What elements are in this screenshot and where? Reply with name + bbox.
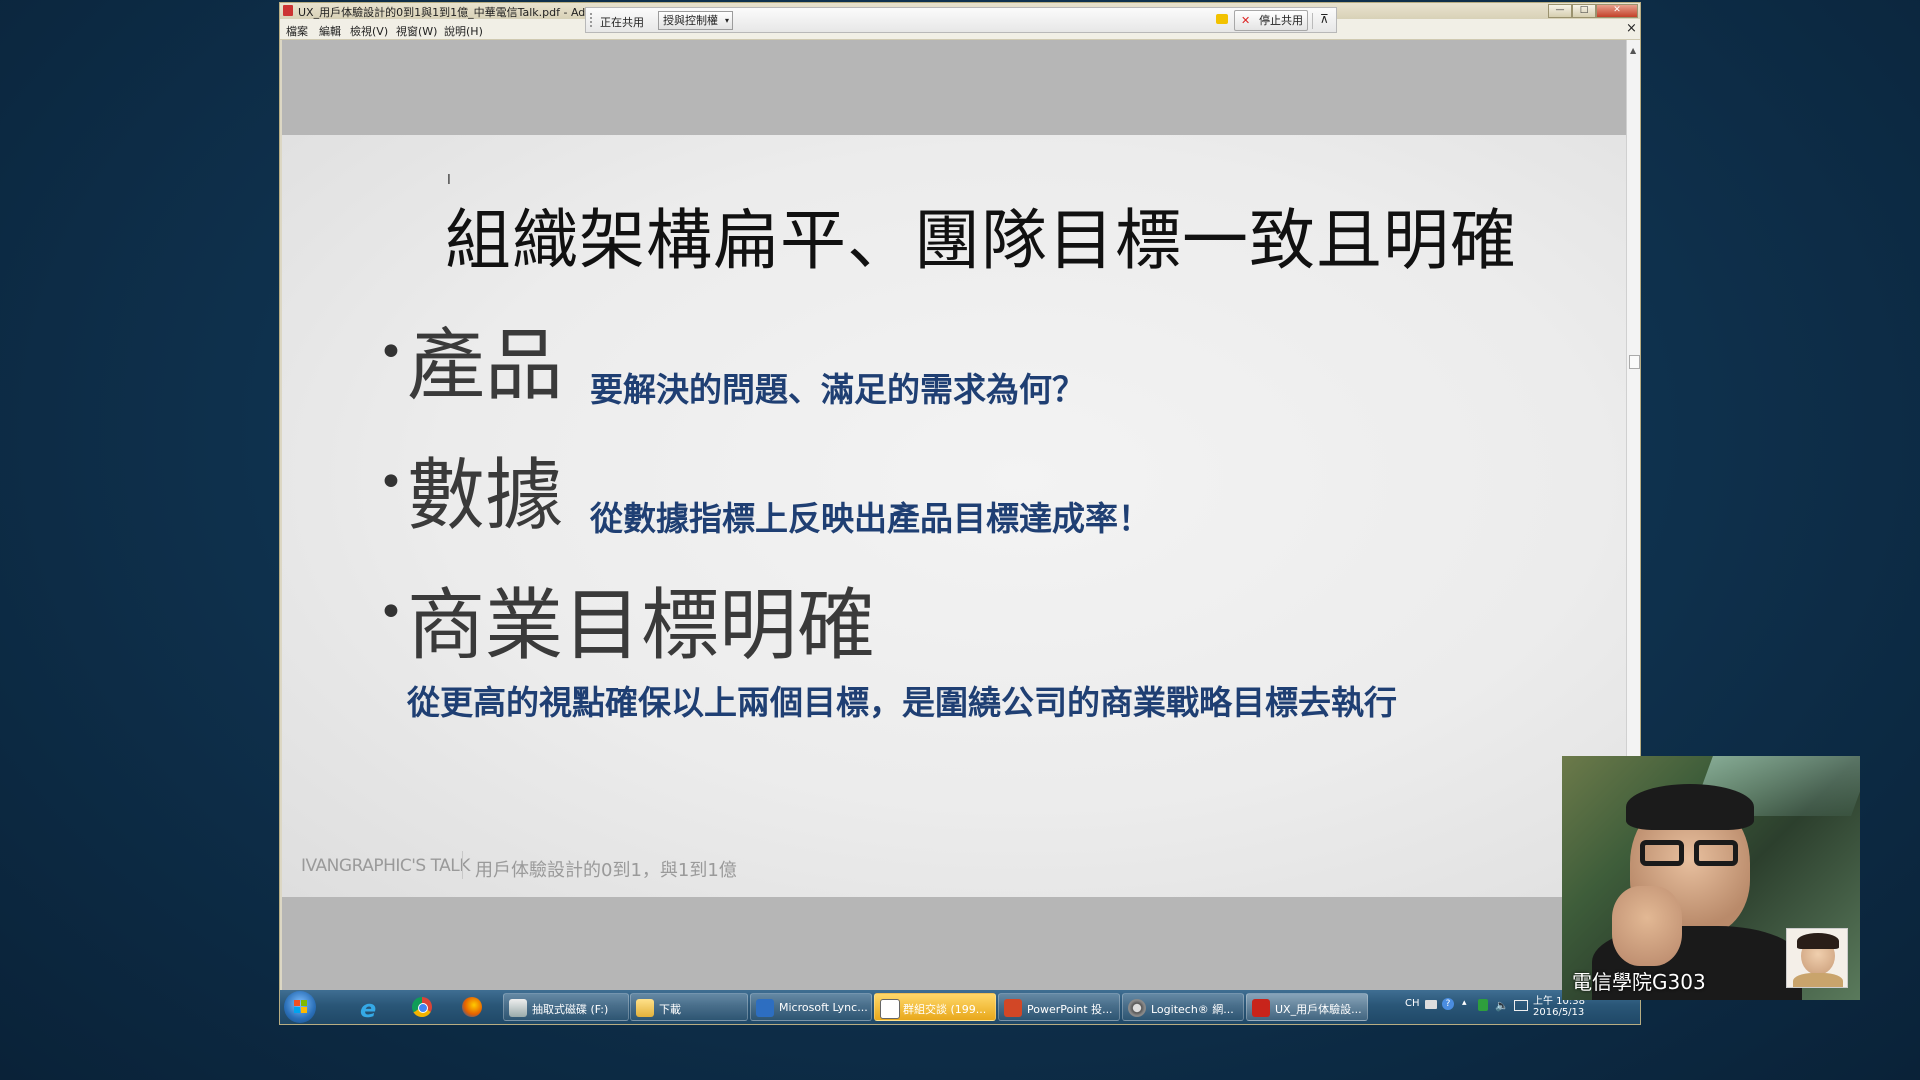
webcam-label: 電信學院G303 [1572, 970, 1706, 994]
self-view-thumbnail[interactable] [1786, 928, 1848, 988]
toolbar-grip [590, 13, 594, 27]
chat-icon[interactable] [1216, 14, 1228, 24]
bullet-dot: • [378, 457, 404, 508]
doc-close-button[interactable]: × [1626, 21, 1637, 36]
maximize-button[interactable]: □ [1572, 4, 1596, 18]
network-icon[interactable] [1478, 999, 1488, 1011]
bullet-subtext: 從數據指標上反映出產品目標達成率！ [590, 499, 1151, 538]
bullet-dot: • [378, 587, 404, 638]
lync-icon [756, 999, 774, 1017]
taskbar-item-label: Logitech® 網... [1151, 1003, 1234, 1016]
stop-sharing-button[interactable]: ✕ 停止共用 [1234, 10, 1308, 31]
taskbar-item-label: UX_用戶体驗設... [1275, 1003, 1362, 1016]
help-icon[interactable]: ? [1442, 998, 1454, 1010]
windows-logo-icon [301, 1007, 307, 1013]
text-cursor-icon: I [447, 173, 451, 188]
sharing-status-label: 正在共用 [600, 16, 644, 29]
toolbar-divider [1312, 13, 1313, 29]
chrome-taskbar-button[interactable] [402, 993, 442, 1021]
bullet-heading: 商業目標明確 [407, 581, 876, 671]
firefox-taskbar-button[interactable] [452, 993, 492, 1021]
chrome-icon [412, 997, 432, 1017]
tray-overflow-icon[interactable]: ▴ [1462, 998, 1467, 1008]
glasses-right [1694, 840, 1738, 866]
display-icon[interactable] [1514, 1000, 1528, 1011]
menu-window[interactable]: 視窗(W) [396, 23, 437, 39]
chevron-down-icon: ▾ [724, 16, 729, 25]
speaker-hand [1612, 886, 1682, 966]
webcam-app-icon [1128, 999, 1146, 1017]
taskbar-item-label: 下載 [659, 1003, 681, 1016]
scroll-up-icon[interactable]: ▲ [1630, 46, 1636, 55]
windows-logo-icon [294, 1007, 300, 1013]
pdf-app-icon [283, 5, 293, 16]
group-chat-icon [880, 999, 900, 1019]
document-view: I 組織架構扁平、團隊目標一致且明確 • 產品 要解決的問題、滿足的需求為何？ … [282, 40, 1626, 990]
slide-footer-subtitle: 用戶体驗設計的0到1，與1到1億 [475, 860, 737, 881]
taskbar: e 抽取式磁碟 (F:) 下載 Microsoft Lync... 群組交談 (… [280, 990, 1640, 1024]
clock-date[interactable]: 2016/5/13 [1533, 1007, 1584, 1018]
pdf-icon [1252, 999, 1270, 1017]
close-button[interactable]: ✕ [1596, 4, 1638, 18]
taskbar-item[interactable]: 抽取式磁碟 (F:) [503, 993, 629, 1021]
language-indicator[interactable]: CH [1405, 998, 1420, 1009]
menu-help[interactable]: 說明(H) [444, 23, 483, 39]
keyboard-icon[interactable] [1425, 1000, 1437, 1009]
taskbar-item-label: 抽取式磁碟 (F:) [532, 1003, 609, 1016]
slide-footer-brand: IVANGRAPHIC'S TALK [301, 856, 470, 876]
footer-divider [462, 851, 463, 879]
taskbar-item[interactable]: Logitech® 網... [1122, 993, 1244, 1021]
scroll-thumb[interactable] [1629, 355, 1640, 369]
give-control-label: 授與控制權 [663, 14, 718, 27]
webcam-video: 電信學院G303 [1562, 756, 1860, 1000]
menu-edit[interactable]: 編輯 [319, 23, 341, 39]
windows-logo-icon [294, 1000, 300, 1006]
bullet-heading: 數據 [407, 451, 564, 541]
bullet-subtext: 從更高的視點確保以上兩個目標，是圍繞公司的商業戰略目標去執行 [407, 683, 1397, 722]
stop-sharing-label: 停止共用 [1259, 14, 1303, 27]
give-control-dropdown[interactable]: 授與控制權 ▾ [658, 11, 733, 30]
taskbar-item[interactable]: Microsoft Lync... [750, 993, 872, 1021]
taskbar-item[interactable]: UX_用戶体驗設... [1246, 993, 1368, 1021]
folder-icon [636, 999, 654, 1017]
sharing-toolbar: 正在共用 授與控制權 ▾ ✕ 停止共用 ⊼ [585, 7, 1337, 33]
ie-taskbar-button[interactable]: e [352, 993, 392, 1023]
adobe-reader-window: UX_用戶体驗設計的0到1與1到1億_中華電信Talk.pdf - Adobe … [279, 2, 1641, 1025]
slide-title: 組織架構扁平、團隊目標一致且明確 [445, 202, 1517, 279]
bullet-subtext: 要解決的問題、滿足的需求為何？ [590, 370, 1085, 409]
volume-icon[interactable]: 🔈 [1495, 999, 1509, 1012]
removable-drive-icon [509, 999, 527, 1017]
menu-file[interactable]: 檔案 [286, 23, 308, 39]
internet-explorer-icon: e [360, 995, 377, 1023]
taskbar-item[interactable]: PowerPoint 投... [998, 993, 1120, 1021]
taskbar-item-label: 群組交談 (199... [903, 1003, 987, 1016]
taskbar-item[interactable]: 群組交談 (199... [874, 993, 996, 1021]
menu-view[interactable]: 檢視(V) [350, 23, 388, 39]
start-button[interactable] [284, 991, 316, 1023]
bullet-heading: 產品 [407, 321, 564, 411]
taskbar-item[interactable]: 下載 [630, 993, 748, 1021]
bullet-dot: • [378, 327, 404, 378]
participant-hair [1797, 933, 1839, 949]
firefox-icon [462, 997, 482, 1017]
minimize-button[interactable]: — [1548, 4, 1572, 18]
glasses-left [1640, 840, 1684, 866]
stop-x-icon: ✕ [1241, 14, 1251, 27]
taskbar-item-label: PowerPoint 投... [1027, 1003, 1113, 1016]
chrome-center-icon [418, 1003, 428, 1013]
slide-page: I 組織架構扁平、團隊目標一致且明確 • 產品 要解決的問題、滿足的需求為何？ … [282, 135, 1626, 897]
participant-clothes [1793, 973, 1843, 987]
powerpoint-icon [1004, 999, 1022, 1017]
taskbar-item-label: Microsoft Lync... [779, 1001, 868, 1014]
speaker-hair [1626, 784, 1754, 830]
desktop: { "window": { "title": "UX_用戶体驗設計的0到1與1到… [0, 0, 1920, 1080]
pin-toolbar-icon[interactable]: ⊼ [1320, 12, 1329, 26]
windows-logo-icon [301, 1000, 307, 1006]
